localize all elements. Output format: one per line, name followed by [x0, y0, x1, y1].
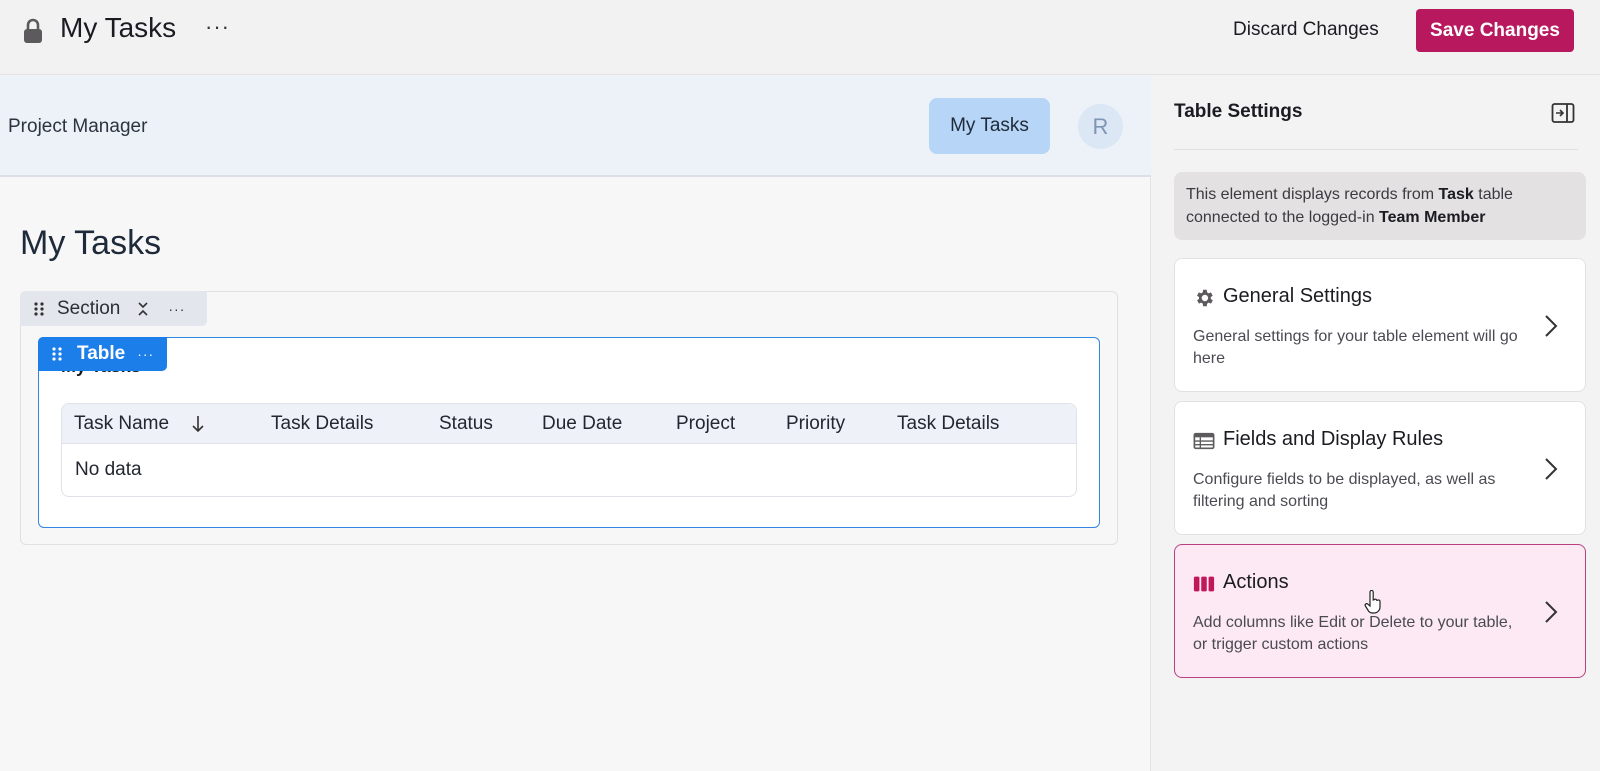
chevron-right-icon — [1545, 315, 1558, 337]
card-general-settings[interactable]: General Settings General settings for yo… — [1174, 258, 1586, 392]
page-more-button[interactable]: ··· — [205, 14, 230, 40]
table-icon — [1193, 432, 1215, 450]
table-more-button[interactable]: ··· — [137, 346, 154, 362]
discard-changes-button[interactable]: Discard Changes — [1233, 19, 1379, 41]
info-member-name: Team Member — [1379, 209, 1486, 226]
canvas-page-title: My Tasks — [20, 224, 162, 262]
info-text: This element displays records from — [1186, 186, 1439, 203]
column-header-priority[interactable]: Priority — [786, 413, 845, 435]
gear-icon — [1197, 289, 1213, 307]
chevron-right-icon — [1545, 458, 1558, 480]
table-label: Table — [77, 343, 126, 364]
panel-title: Table Settings — [1174, 101, 1303, 122]
collapse-icon[interactable] — [136, 301, 150, 317]
top-bar: My Tasks ··· Discard Changes Save Change… — [0, 0, 1600, 75]
info-table-name: Task — [1438, 186, 1474, 203]
empty-state-text: No data — [75, 459, 142, 480]
sort-descending-icon[interactable] — [190, 413, 206, 435]
page-title: My Tasks — [60, 12, 177, 43]
column-header-task-details[interactable]: Task Details — [271, 413, 373, 435]
table-header-row: Task Name Task Details Status Due Date P… — [62, 404, 1076, 444]
save-changes-button[interactable]: Save Changes — [1416, 9, 1574, 52]
drag-handle-icon[interactable] — [51, 346, 63, 362]
lock-icon — [24, 18, 42, 43]
card-title: Actions — [1223, 571, 1289, 593]
app-name[interactable]: Project Manager — [8, 116, 147, 138]
card-title: Fields and Display Rules — [1223, 428, 1444, 450]
section-more-button[interactable]: ··· — [168, 301, 185, 317]
column-header-status[interactable]: Status — [439, 413, 493, 435]
drag-handle-icon[interactable] — [33, 301, 45, 317]
data-table: Task Name Task Details Status Due Date P… — [61, 403, 1077, 497]
chevron-right-icon — [1545, 601, 1558, 623]
card-description: Configure fields to be displayed, as wel… — [1193, 471, 1496, 510]
app-header: Project Manager My Tasks R — [0, 76, 1151, 177]
table-settings-panel: Table Settings This element displays rec… — [1152, 76, 1600, 771]
collapse-panel-icon[interactable] — [1551, 102, 1575, 124]
card-description: Add columns like Edit or Delete to your … — [1193, 614, 1513, 653]
columns-icon — [1193, 576, 1215, 592]
card-description: General settings for your table element … — [1193, 328, 1518, 367]
card-title: General Settings — [1223, 285, 1372, 307]
page-canvas: Project Manager My Tasks R My Tasks Sect… — [0, 76, 1151, 771]
card-fields-display-rules[interactable]: Fields and Display Rules Configure field… — [1174, 401, 1586, 535]
info-box: This element displays records from Task … — [1174, 172, 1586, 240]
column-header-task-details-2[interactable]: Task Details — [897, 413, 999, 435]
hand-pointer-icon — [1364, 590, 1381, 614]
nav-item-my-tasks[interactable]: My Tasks — [929, 98, 1050, 154]
avatar[interactable]: R — [1078, 104, 1123, 149]
column-header-task-name[interactable]: Task Name — [74, 413, 169, 435]
column-header-project[interactable]: Project — [676, 413, 735, 435]
table-toolbar[interactable]: Table ··· — [38, 337, 167, 371]
column-header-due-date[interactable]: Due Date — [542, 413, 622, 435]
divider — [1174, 149, 1578, 150]
section-toolbar[interactable]: Section ··· — [20, 291, 207, 326]
section-label: Section — [57, 297, 121, 319]
